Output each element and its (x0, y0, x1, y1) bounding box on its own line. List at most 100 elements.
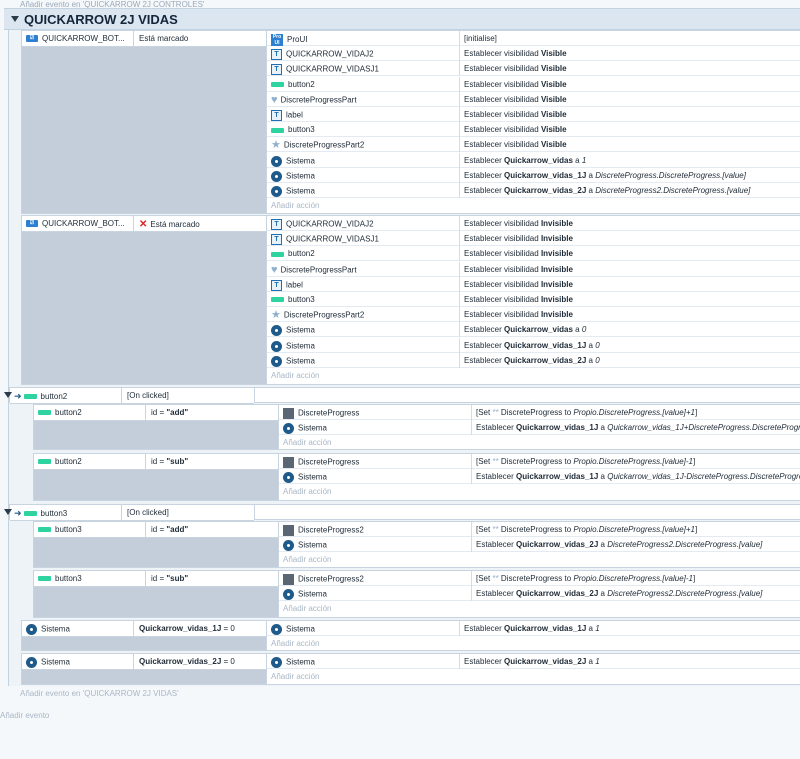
system-gear-icon (271, 186, 282, 197)
add-event-in-group-link[interactable]: Añadir evento en 'QUICKARROW 2J VIDAS' (20, 689, 179, 698)
collapse-triangle-icon[interactable] (4, 509, 12, 515)
add-action-link[interactable]: Añadir acción (283, 487, 331, 496)
event-block[interactable]: ☑ QUICKARROW_BOT... Está marcado Pro UI ProUI… (21, 30, 800, 214)
action-row[interactable]: Sistema Establecer Quickarrow_vidas a 1 (267, 152, 800, 168)
action-row[interactable]: ♥ DiscreteProgressPart Establecer visibili… (267, 91, 800, 107)
action-row[interactable]: ★ DiscreteProgressPart2 Establecer visibil… (267, 137, 800, 153)
add-action-link[interactable]: Añadir acción (283, 438, 331, 447)
event-condition[interactable]: Sistema Quickarrow_vidas_1J = 0 (22, 621, 266, 637)
action-row[interactable]: button3 Establecer visibilidad Visible (267, 122, 800, 138)
action-row[interactable]: T QUICKARROW_VIDAJ2 Establecer visibilidad… (267, 46, 800, 62)
action-row[interactable]: DiscreteProgress2 [Set ** DiscreteProgres… (279, 571, 800, 586)
event-block[interactable]: ➜ button3 [On clicked] (9, 504, 800, 521)
system-gear-icon (283, 589, 294, 601)
action-object-name: Sistema (286, 156, 315, 166)
action-row[interactable]: DiscreteProgress2 [Set ** DiscreteProgres… (279, 522, 800, 537)
action-row[interactable]: Pro UI ProUI [initialise] (267, 31, 800, 46)
action-row[interactable]: T QUICKARROW_VIDASJ1 Establecer visibilida… (267, 61, 800, 77)
event-condition[interactable]: button2 id = "sub" (34, 454, 278, 470)
add-action-link[interactable]: Añadir acción (283, 555, 331, 564)
collapse-triangle-icon[interactable] (11, 16, 19, 22)
action-description: Establecer Quickarrow_vidas_1J a 1 (459, 621, 600, 636)
group-header[interactable]: QUICKARROW 2J VIDAS (4, 8, 800, 30)
condition-object: button3 (38, 574, 142, 583)
condition-object-name: Sistema (41, 657, 70, 667)
event-condition[interactable]: button3 id = "sub" (34, 571, 278, 587)
action-row[interactable]: Sistema Establecer Quickarrow_vidas_1J a … (267, 167, 800, 183)
event-block[interactable]: Sistema Quickarrow_vidas_2J = 0 Sistema Est… (21, 653, 800, 685)
event-block[interactable]: Sistema Quickarrow_vidas_1J = 0 Sistema Est… (21, 620, 800, 651)
action-row[interactable]: Sistema Establecer Quickarrow_vidas_2J a … (267, 183, 800, 198)
event-condition[interactable]: ➜ button3 [On clicked] (10, 505, 254, 521)
event-actions: DiscreteProgress2 [Set ** DiscreteProgres… (278, 571, 800, 617)
add-event-link[interactable]: Añadir evento (0, 711, 49, 720)
action-row[interactable]: button3 Establecer visibilidad Invisible (267, 292, 800, 307)
action-row[interactable]: DiscreteProgress [Set ** DiscreteProgress… (279, 454, 800, 469)
system-gear-icon (26, 657, 37, 668)
action-object-name: label (286, 280, 303, 290)
action-row[interactable]: Sistema Establecer Quickarrow_vidas_1J a … (267, 621, 800, 636)
action-row[interactable]: Sistema Establecer Quickarrow_vidas_2J a … (279, 586, 800, 602)
system-gear-icon (271, 624, 282, 635)
action-row[interactable]: Sistema Establecer Quickarrow_vidas_1J a … (267, 337, 800, 353)
event-condition[interactable]: ➜ button2 [On clicked] (10, 388, 254, 404)
event-condition[interactable]: ☑ QUICKARROW_BOT... ✕ Está marcado (22, 216, 266, 232)
add-action-link[interactable]: Añadir acción (271, 201, 319, 210)
action-object: T QUICKARROW_VIDAJ2 (271, 49, 374, 61)
action-object-name: QUICKARROW_VIDASJ1 (286, 234, 379, 244)
event-condition[interactable]: button2 id = "add" (34, 405, 278, 421)
action-row[interactable]: button2 Establecer visibilidad Invisible (267, 246, 800, 262)
text-object-icon: T (271, 219, 282, 230)
action-object-name: Sistema (298, 589, 327, 599)
event-block[interactable]: button2 id = "add" DiscreteProgress [Set **… (33, 404, 800, 450)
collapse-triangle-icon[interactable] (4, 392, 12, 398)
action-row[interactable]: Sistema Establecer Quickarrow_vidas_2J a … (267, 352, 800, 368)
event-block[interactable]: button2 id = "sub" DiscreteProgress [Set **… (33, 453, 800, 501)
condition-value: id = "add" (145, 522, 278, 538)
event-block[interactable]: button3 id = "sub" DiscreteProgress2 [Set *… (33, 570, 800, 618)
action-row[interactable]: ★ DiscreteProgressPart2 Establecer visibil… (267, 307, 800, 323)
action-object: DiscreteProgress (283, 457, 359, 468)
action-description: Establecer Quickarrow_vidas_1J a 0 (459, 337, 600, 353)
add-action-link[interactable]: Añadir acción (271, 371, 319, 380)
event-block[interactable]: button3 id = "add" DiscreteProgress2 [Set *… (33, 521, 800, 568)
condition-object: button3 (38, 525, 142, 534)
text-object-icon: T (271, 234, 282, 246)
event-sheet: Añadir evento en 'QUICKARROW 2J CONTROLE… (0, 0, 800, 759)
action-description: Establecer visibilidad Visible (459, 91, 567, 107)
action-object: button3 (271, 125, 315, 134)
action-row[interactable]: Tlabel Establecer visibilidad Invisible (267, 276, 800, 292)
action-row[interactable]: Tlabel Establecer visibilidad Visible (267, 107, 800, 122)
action-description: Establecer Quickarrow_vidas_2J a Discret… (459, 183, 750, 198)
event-condition-column[interactable] (22, 31, 266, 213)
event-block[interactable]: ☑ QUICKARROW_BOT... ✕ Está marcado T QUICKARR… (21, 215, 800, 385)
action-row[interactable]: button2 Establecer visibilidad Visible (267, 76, 800, 92)
action-description: Establecer visibilidad Invisible (459, 276, 573, 292)
condition-object: Sistema (26, 624, 130, 635)
button-object-icon (38, 527, 51, 533)
add-action-link[interactable]: Añadir acción (271, 672, 319, 681)
event-block[interactable]: ➜ button2 [On clicked] (9, 387, 800, 404)
action-row[interactable]: Sistema Establecer Quickarrow_vidas_2J a … (279, 537, 800, 553)
action-row[interactable]: ♥ DiscreteProgressPart Establecer visibili… (267, 261, 800, 277)
event-condition[interactable]: ☑ QUICKARROW_BOT... Está marcado (22, 31, 266, 47)
action-description: Establecer visibilidad Visible (459, 137, 567, 153)
action-row[interactable]: Sistema Establecer Quickarrow_vidas_1J a … (279, 420, 800, 436)
event-actions: DiscreteProgress2 [Set ** DiscreteProgres… (278, 522, 800, 567)
event-condition[interactable]: button3 id = "add" (34, 522, 278, 538)
condition-value: [On clicked] (121, 505, 254, 521)
action-row[interactable]: Sistema Establecer Quickarrow_vidas_1J a … (279, 469, 800, 485)
add-action-link[interactable]: Añadir acción (283, 604, 331, 613)
add-action-link[interactable]: Añadir acción (271, 639, 319, 648)
action-object: T QUICKARROW_VIDAJ2 (271, 219, 374, 230)
condition-object: button2 (38, 408, 142, 417)
action-row[interactable]: T QUICKARROW_VIDASJ1 Establecer visibilida… (267, 231, 800, 247)
action-row[interactable]: Sistema Establecer Quickarrow_vidas a 0 (267, 322, 800, 338)
action-row[interactable]: DiscreteProgress [Set ** DiscreteProgress… (279, 405, 800, 420)
event-condition[interactable]: Sistema Quickarrow_vidas_2J = 0 (22, 654, 266, 670)
action-row[interactable]: Sistema Establecer Quickarrow_vidas_2J a … (267, 654, 800, 669)
action-row[interactable]: T QUICKARROW_VIDAJ2 Establecer visibilidad… (267, 216, 800, 231)
event-condition-column[interactable] (22, 216, 266, 384)
condition-text: Quickarrow_vidas_1J = 0 (139, 624, 235, 633)
action-object: ★ DiscreteProgressPart2 (271, 140, 364, 151)
